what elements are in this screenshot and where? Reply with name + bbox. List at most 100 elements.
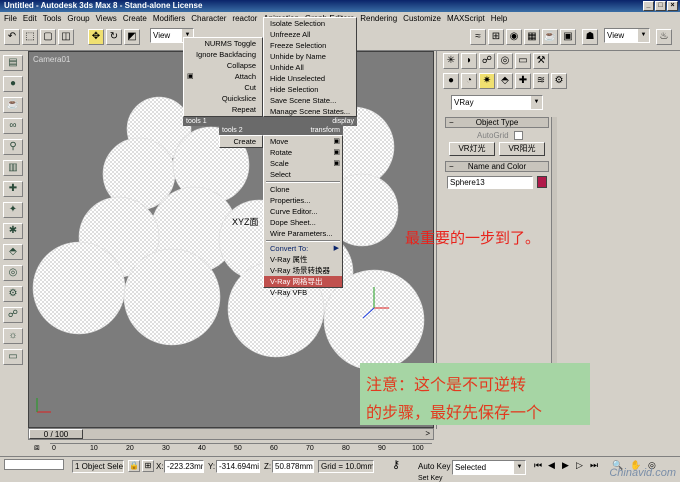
menu-help[interactable]: Help xyxy=(491,12,507,25)
menu-item-ignore-backfacing[interactable]: Ignore Backfacing xyxy=(184,49,262,60)
key-filter-combo[interactable]: Selected ▼ xyxy=(452,460,526,475)
helper-icon[interactable]: ✚ xyxy=(3,181,23,197)
menu-item-dope-sheet[interactable]: Dope Sheet... xyxy=(264,217,342,228)
menu-item-select[interactable]: Select xyxy=(264,169,342,180)
render-setup-icon[interactable]: ▦ xyxy=(524,29,540,45)
quick-render-button-icon[interactable]: ♨ xyxy=(656,29,672,45)
menu-item-properties[interactable]: Properties... xyxy=(264,195,342,206)
lights-icon[interactable]: ✷ xyxy=(479,73,495,89)
scale-icon[interactable]: ◩ xyxy=(124,29,140,45)
shapes-icon[interactable]: ◔ xyxy=(461,73,477,89)
render-scene-icon[interactable]: ☕ xyxy=(542,29,558,45)
menu-item-cut[interactable]: Cut xyxy=(184,82,262,93)
gear-icon[interactable]: ⚙ xyxy=(3,286,23,302)
menu-customize[interactable]: Customize xyxy=(403,12,441,25)
menu-reactor[interactable]: reactor xyxy=(232,12,257,25)
set-key-button[interactable]: Set Key xyxy=(418,472,443,482)
teapot-icon[interactable]: ☕ xyxy=(3,97,23,113)
menu-item-wire-parameters[interactable]: Wire Parameters... xyxy=(264,228,342,239)
menu-item-unfreeze-all[interactable]: Unfreeze All xyxy=(264,29,356,40)
x-coordinate-field[interactable]: -223.23mm xyxy=(164,460,204,473)
menu-item-move[interactable]: Move ▣ xyxy=(264,136,342,147)
light-icon[interactable]: ✱ xyxy=(3,223,23,239)
menu-create[interactable]: Create xyxy=(123,12,147,25)
minimize-button[interactable]: _ xyxy=(643,1,654,11)
menu-item-clone[interactable]: Clone xyxy=(264,184,342,195)
menu-item-collapse[interactable]: Collapse xyxy=(184,60,262,71)
bone-icon[interactable]: ⚲ xyxy=(3,139,23,155)
display-icon[interactable]: ▭ xyxy=(3,349,23,365)
motion-tab-icon[interactable]: ◎ xyxy=(497,53,513,69)
go-to-start-icon[interactable]: ⏮ xyxy=(534,459,542,472)
close-button[interactable]: × xyxy=(667,1,678,11)
menu-group[interactable]: Group xyxy=(67,12,89,25)
select-icon[interactable]: ⬚ xyxy=(22,29,38,45)
menu-character[interactable]: Character xyxy=(191,12,226,25)
lock-selection-icon[interactable]: 🔒 xyxy=(128,460,140,472)
menu-tools[interactable]: Tools xyxy=(43,12,62,25)
object-name-field[interactable]: Sphere13 xyxy=(447,176,533,189)
menu-edit[interactable]: Edit xyxy=(23,12,37,25)
schematic-icon[interactable]: ⊞ xyxy=(488,29,504,45)
menu-item-scale[interactable]: Scale ▣ xyxy=(264,158,342,169)
motion-icon[interactable]: ☼ xyxy=(3,328,23,344)
time-slider-thumb[interactable]: 0 / 100 xyxy=(29,429,83,439)
menu-item-save-scene-state[interactable]: Save Scene State... xyxy=(264,95,356,106)
cameras-icon[interactable]: ⬘ xyxy=(497,73,513,89)
render-type-combo[interactable]: View ▼ xyxy=(604,28,650,43)
utilities-tab-icon[interactable]: ⚒ xyxy=(533,53,549,69)
sphere-icon[interactable]: ● xyxy=(3,76,23,92)
create-tab-icon[interactable]: ✳ xyxy=(443,53,459,69)
go-to-end-icon[interactable]: ⏭ xyxy=(590,459,598,472)
menu-item-isolate-selection[interactable]: Isolate Selection xyxy=(264,18,356,29)
menu-views[interactable]: Views xyxy=(96,12,117,25)
object-color-swatch[interactable] xyxy=(537,176,547,188)
menu-item-freeze-selection[interactable]: Freeze Selection xyxy=(264,40,356,51)
material-editor-icon[interactable]: ◉ xyxy=(506,29,522,45)
menu-rendering[interactable]: Rendering xyxy=(360,12,397,25)
render-teapot-icon[interactable]: ☗ xyxy=(582,29,598,45)
spacewarps-icon[interactable]: ≋ xyxy=(533,73,549,89)
autogrid-checkbox[interactable] xyxy=(514,131,523,140)
menu-item-convert-to[interactable]: Convert To: ▶ xyxy=(264,243,342,254)
hierarchy-tab-icon[interactable]: ☍ xyxy=(479,53,495,69)
time-slider[interactable]: 0 / 100 > xyxy=(28,428,434,440)
rollout-name-and-color[interactable]: − Name and Color xyxy=(445,161,549,172)
menu-item-vray-properties[interactable]: V-Ray 属性 xyxy=(264,254,342,265)
menu-item-hide-unselected[interactable]: Hide Unselected xyxy=(264,73,356,84)
modify-tab-icon[interactable]: ◗ xyxy=(461,53,477,69)
select-region-icon[interactable]: ▢ xyxy=(40,29,56,45)
menu-item-rotate[interactable]: Rotate ▣ xyxy=(264,147,342,158)
menu-item-curve-editor[interactable]: Curve Editor... xyxy=(264,206,342,217)
absolute-mode-icon[interactable]: ⊞ xyxy=(142,460,154,472)
rotate-icon[interactable]: ↻ xyxy=(106,29,122,45)
menu-item-vray-scene-converter[interactable]: V-Ray 场景转换器 xyxy=(264,265,342,276)
helpers-icon[interactable]: ✚ xyxy=(515,73,531,89)
window-crossing-icon[interactable]: ◫ xyxy=(58,29,74,45)
menu-item-vray-mesh-export[interactable]: V-Ray 网格导出 xyxy=(264,276,342,287)
menu-item-vray-vfb[interactable]: V-Ray VFB xyxy=(264,287,342,298)
y-coordinate-field[interactable]: -314.694mi xyxy=(216,460,260,473)
menu-item-repeat[interactable]: Repeat xyxy=(184,104,262,115)
undo-icon[interactable]: ↶ xyxy=(4,29,20,45)
maximize-button[interactable]: □ xyxy=(655,1,666,11)
menu-item-attach[interactable]: ▣ Attach xyxy=(184,71,262,82)
cylinder-icon[interactable]: ▥ xyxy=(3,160,23,176)
menu-modifiers[interactable]: Modifiers xyxy=(153,12,185,25)
menu-file[interactable]: File xyxy=(4,12,17,25)
menu-maxscript[interactable]: MAXScript xyxy=(447,12,485,25)
previous-frame-icon[interactable]: ◀ xyxy=(548,459,555,472)
timeline-ruler[interactable]: 0 10 20 30 40 50 60 70 80 90 100 xyxy=(50,440,432,456)
link-icon[interactable]: ∞ xyxy=(3,118,23,134)
curve-editor-icon[interactable]: ≈ xyxy=(470,29,486,45)
systems-icon[interactable]: ⚙ xyxy=(551,73,567,89)
quick-render-icon[interactable]: ▣ xyxy=(560,29,576,45)
vray-light-button[interactable]: VR灯光 xyxy=(449,142,495,156)
geometry-icon[interactable]: ● xyxy=(443,73,459,89)
menu-item-unhide-by-name[interactable]: Unhide by Name xyxy=(264,51,356,62)
time-slider-next-icon[interactable]: > xyxy=(425,429,430,438)
z-coordinate-field[interactable]: 50.878mm xyxy=(272,460,314,473)
menu-item-manage-scene-states[interactable]: Manage Scene States... xyxy=(264,106,356,117)
vray-sun-button[interactable]: VR阳光 xyxy=(499,142,545,156)
play-icon[interactable]: ▶ xyxy=(562,459,569,472)
